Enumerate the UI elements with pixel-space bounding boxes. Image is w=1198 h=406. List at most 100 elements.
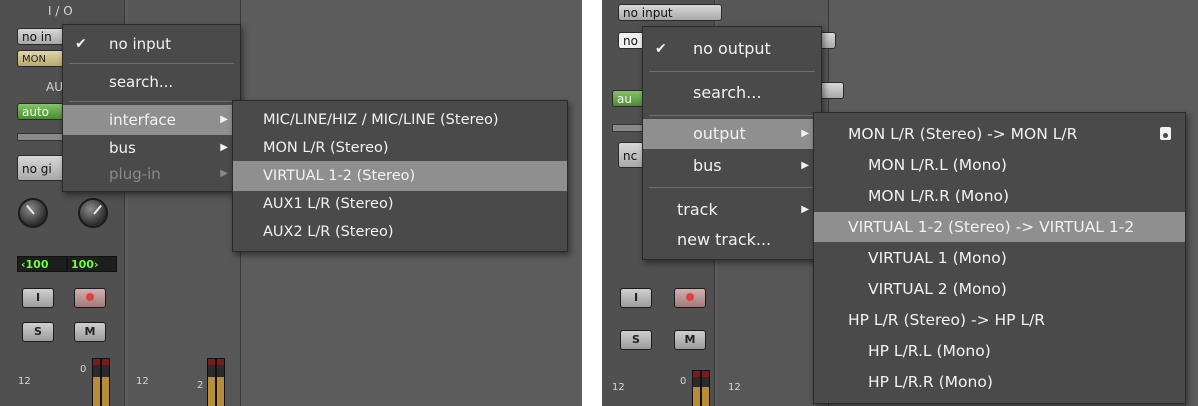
menu-separator bbox=[649, 187, 815, 188]
submenu-item-label: MON L/R.L (Mono) bbox=[868, 156, 1007, 174]
meter-scale-label: 12 bbox=[728, 382, 741, 393]
submenu-item-label: VIRTUAL 1 (Mono) bbox=[868, 249, 1007, 267]
menu-separator bbox=[649, 115, 815, 116]
mute-button[interactable]: M bbox=[74, 322, 106, 342]
submenu-arrow-icon: ▶ bbox=[801, 128, 809, 139]
level-meter bbox=[692, 370, 701, 406]
submenu-item-label: VIRTUAL 1-2 (Stereo) -> VIRTUAL 1-2 bbox=[848, 218, 1135, 236]
submenu-item[interactable]: AUX1 L/R (Stereo) bbox=[233, 189, 567, 219]
submenu-item-label: HP L/R.L (Mono) bbox=[868, 342, 991, 360]
input-selector-button[interactable]: no in bbox=[17, 28, 67, 45]
submenu-item-label: VIRTUAL 2 (Mono) bbox=[868, 280, 1007, 298]
submenu-item[interactable]: MON L/R.L (Mono) bbox=[814, 150, 1185, 180]
menu-separator bbox=[69, 101, 234, 102]
menu-item-bus[interactable]: bus ▶ bbox=[643, 151, 821, 181]
submenu-item[interactable]: MIC/LINE/HIZ / MIC/LINE (Stereo) bbox=[233, 105, 567, 135]
meter-scale-label: 0 bbox=[80, 364, 87, 375]
automation-button[interactable]: auto bbox=[17, 103, 67, 120]
pan-readout-left: ‹100 bbox=[17, 256, 67, 272]
pan-knob-right[interactable] bbox=[78, 198, 108, 228]
pan-readout-right: 100› bbox=[67, 256, 117, 272]
input-monitor-button[interactable]: I bbox=[620, 288, 652, 308]
menu-item-output[interactable]: output ▶ bbox=[643, 119, 821, 149]
menu-item-label: track bbox=[677, 200, 718, 219]
submenu-item-selected[interactable]: VIRTUAL 1-2 (Stereo) bbox=[233, 161, 567, 191]
group-button[interactable]: no gi bbox=[17, 155, 67, 181]
submenu-item[interactable]: MON L/R (Stereo) bbox=[233, 133, 567, 163]
pan-knob-left[interactable] bbox=[18, 198, 48, 228]
level-meter bbox=[92, 358, 101, 406]
interface-submenu: MIC/LINE/HIZ / MIC/LINE (Stereo) MON L/R… bbox=[232, 100, 568, 252]
output-submenu: MON L/R (Stereo) -> MON L/R MON L/R.L (M… bbox=[813, 112, 1186, 404]
submenu-item[interactable]: VIRTUAL 1 (Mono) bbox=[814, 243, 1185, 273]
io-header: I / O bbox=[48, 4, 73, 18]
solo-button[interactable]: S bbox=[22, 322, 54, 342]
menu-item-label: search... bbox=[693, 83, 762, 102]
menu-item-label: search... bbox=[109, 73, 174, 91]
menu-separator bbox=[649, 71, 815, 72]
menu-item-label: plug-in bbox=[109, 165, 161, 183]
submenu-item-label: MON L/R.R (Mono) bbox=[868, 187, 1010, 205]
menu-item-track[interactable]: track ▶ bbox=[643, 195, 821, 225]
submenu-item-label: MIC/LINE/HIZ / MIC/LINE (Stereo) bbox=[263, 112, 499, 128]
checkmark-icon: ✔ bbox=[655, 41, 667, 57]
record-enable-button[interactable] bbox=[74, 288, 106, 308]
output-selector-button[interactable]: MON bbox=[17, 50, 67, 67]
record-icon bbox=[686, 293, 694, 301]
record-icon bbox=[86, 293, 94, 301]
input-menu: ✔ no input search... interface ▶ bus ▶ p… bbox=[62, 24, 241, 192]
menu-separator bbox=[69, 63, 234, 64]
menu-item-label: no output bbox=[693, 39, 771, 58]
submenu-item[interactable]: AUX2 L/R (Stereo) bbox=[233, 217, 567, 247]
submenu-item-label: MON L/R (Stereo) -> MON L/R bbox=[848, 125, 1078, 143]
speaker-icon bbox=[1160, 127, 1171, 140]
menu-item-label: output bbox=[693, 124, 746, 143]
submenu-item-label: AUX1 L/R (Stereo) bbox=[263, 196, 394, 212]
meter-scale-label: 12 bbox=[612, 382, 625, 393]
submenu-item-label: AUX2 L/R (Stereo) bbox=[263, 224, 394, 240]
submenu-item-label: HP L/R.R (Mono) bbox=[868, 373, 993, 391]
submenu-item-label: VIRTUAL 1-2 (Stereo) bbox=[263, 168, 416, 184]
submenu-item[interactable]: HP L/R.R (Mono) bbox=[814, 367, 1185, 397]
mute-button[interactable]: M bbox=[674, 330, 706, 350]
submenu-arrow-icon: ▶ bbox=[220, 114, 228, 125]
submenu-item[interactable]: HP L/R.L (Mono) bbox=[814, 336, 1185, 366]
menu-item-no-input[interactable]: ✔ no input bbox=[63, 29, 240, 59]
menu-item-search[interactable]: search... bbox=[643, 77, 821, 109]
input-selector-button[interactable]: no input bbox=[618, 4, 722, 21]
level-meter bbox=[216, 358, 225, 406]
submenu-item[interactable]: MON L/R (Stereo) -> MON L/R bbox=[814, 119, 1185, 149]
right-mixer-panel: no input no au nc I S M 12 0 12 ✔ no out… bbox=[602, 0, 1198, 406]
submenu-item[interactable]: MON L/R.R (Mono) bbox=[814, 181, 1185, 211]
submenu-arrow-icon: ▶ bbox=[220, 168, 228, 179]
menu-item-label: interface bbox=[109, 111, 176, 129]
level-meter bbox=[101, 358, 110, 406]
submenu-item[interactable]: VIRTUAL 2 (Mono) bbox=[814, 274, 1185, 304]
meter-scale-label: 2 bbox=[197, 380, 204, 391]
aux-label: AU bbox=[46, 80, 63, 94]
menu-item-interface[interactable]: interface ▶ bbox=[63, 105, 240, 135]
submenu-item[interactable]: HP L/R (Stereo) -> HP L/R bbox=[814, 305, 1185, 335]
checkmark-icon: ✔ bbox=[75, 36, 87, 52]
meter-scale-label: 12 bbox=[136, 376, 149, 387]
left-mixer-panel: I / O no in MON AU auto no gi ‹100 100› … bbox=[0, 0, 582, 406]
submenu-item-selected[interactable]: VIRTUAL 1-2 (Stereo) -> VIRTUAL 1-2 bbox=[814, 212, 1185, 242]
menu-item-no-output[interactable]: ✔ no output bbox=[643, 33, 821, 65]
menu-item-new-track[interactable]: new track... bbox=[643, 225, 821, 255]
meter-scale-label: 0 bbox=[680, 376, 687, 387]
menu-item-search[interactable]: search... bbox=[63, 67, 240, 97]
menu-item-label: no input bbox=[109, 35, 172, 53]
output-menu: ✔ no output search... output ▶ bus ▶ tra… bbox=[642, 26, 822, 260]
meter-scale-label: 12 bbox=[18, 376, 31, 387]
submenu-item-label: MON L/R (Stereo) bbox=[263, 140, 389, 156]
submenu-arrow-icon: ▶ bbox=[801, 204, 809, 215]
menu-item-plug-in: plug-in ▶ bbox=[63, 159, 240, 189]
level-meter bbox=[207, 358, 216, 406]
input-monitor-button[interactable]: I bbox=[22, 288, 54, 308]
level-meter bbox=[701, 370, 710, 406]
submenu-arrow-icon: ▶ bbox=[801, 160, 809, 171]
menu-item-label: bus bbox=[693, 156, 722, 175]
solo-button[interactable]: S bbox=[620, 330, 652, 350]
submenu-item-label: HP L/R (Stereo) -> HP L/R bbox=[848, 311, 1046, 329]
record-enable-button[interactable] bbox=[674, 288, 706, 308]
